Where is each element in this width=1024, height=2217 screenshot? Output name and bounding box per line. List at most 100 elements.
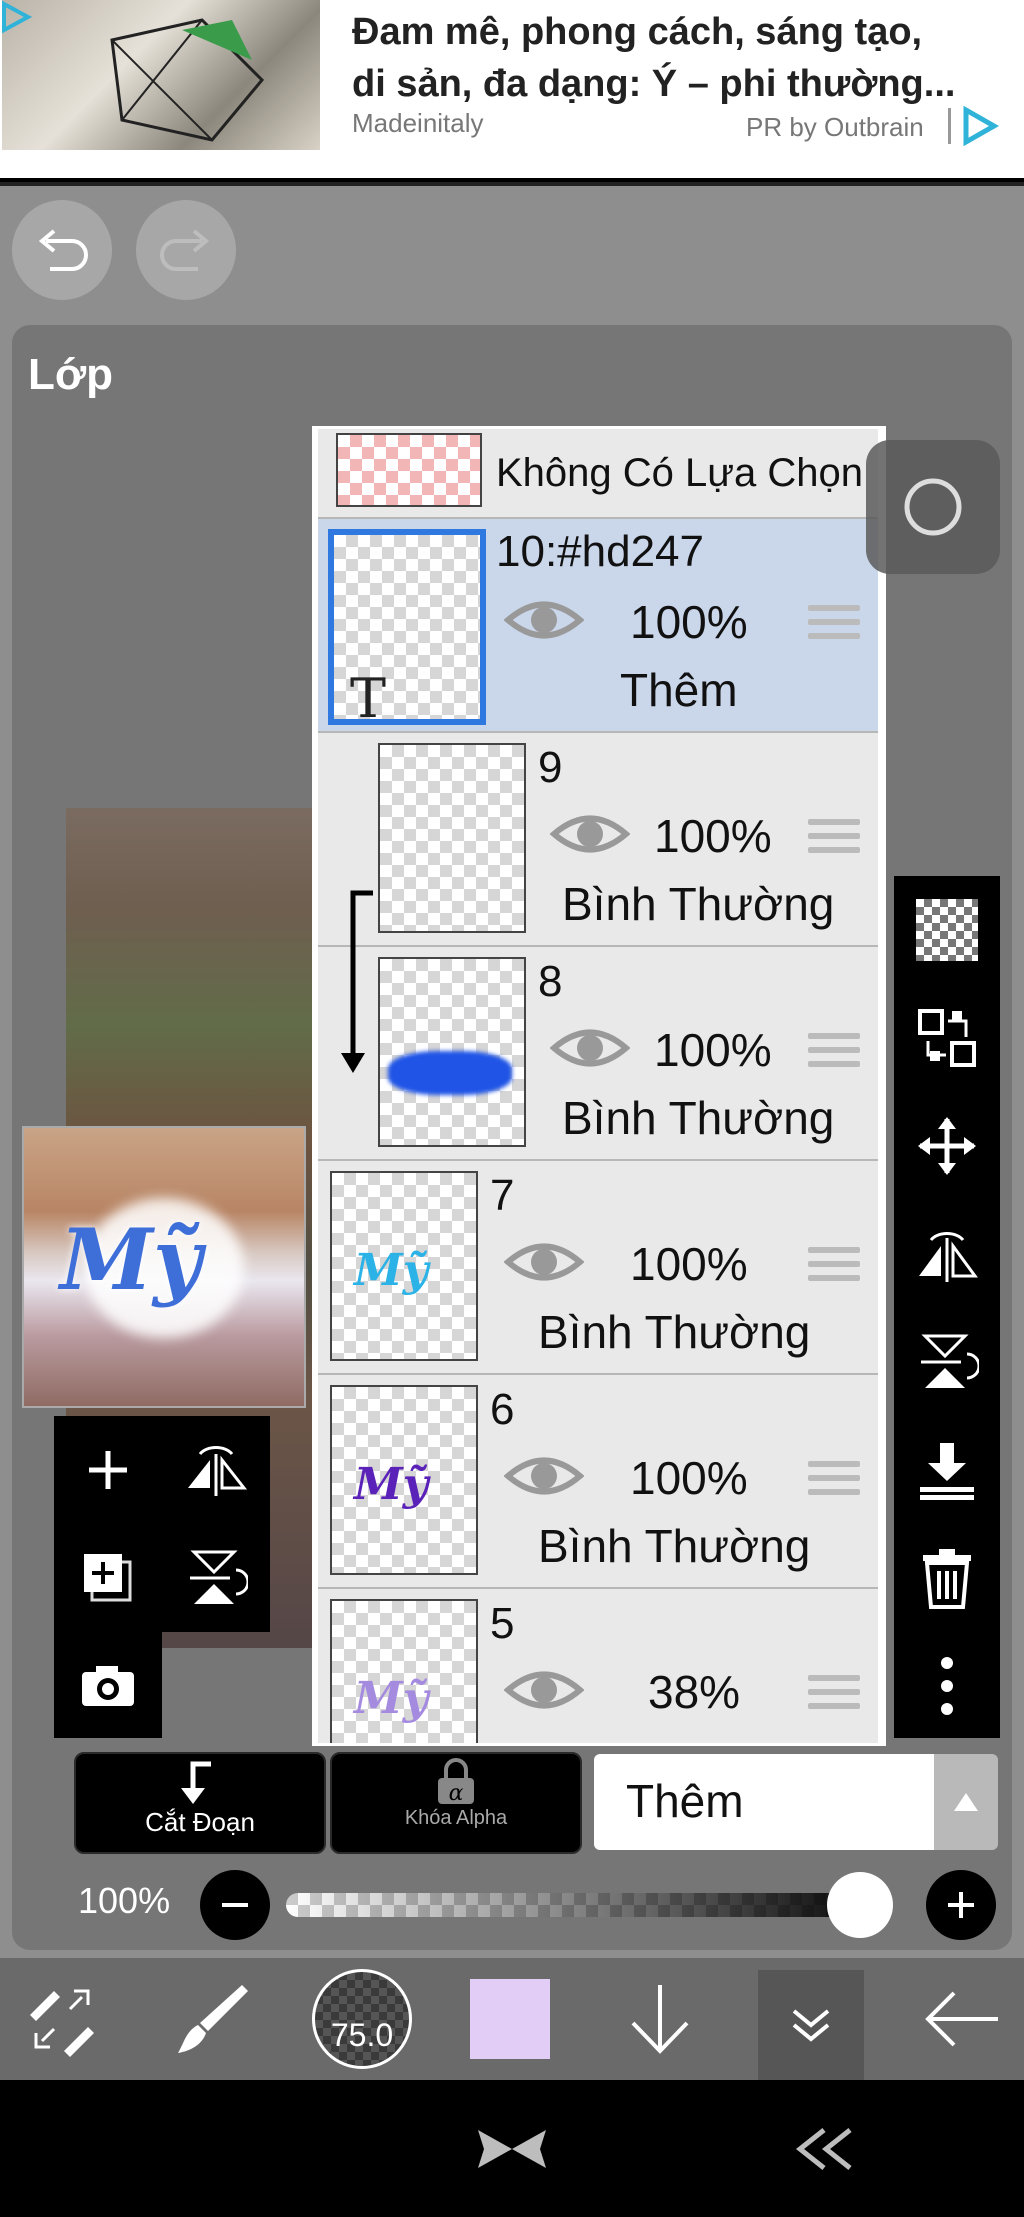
visibility-eye-icon[interactable] — [504, 595, 584, 645]
visibility-eye-icon[interactable] — [504, 1237, 584, 1287]
flip-horizontal-right-button[interactable] — [894, 1200, 1000, 1308]
layer-thumbnail — [378, 743, 526, 933]
blend-mode-dropdown-button[interactable] — [934, 1754, 998, 1850]
camera-button[interactable] — [54, 1632, 162, 1738]
layer-row-9[interactable]: 9 100% Bình Thường — [318, 733, 878, 947]
transform-tool-button[interactable] — [0, 1958, 124, 2080]
transform-icon — [30, 1989, 94, 2057]
layer-opacity: 100% — [630, 1238, 748, 1290]
transparency-button[interactable] — [894, 876, 1000, 984]
opacity-slider-thumb[interactable] — [826, 1872, 893, 1938]
flip-vertical-icon — [190, 1550, 248, 1604]
canvas-thumbnail-text: Mỹ — [60, 1210, 202, 1309]
more-vertical-icon — [941, 1657, 953, 1715]
drag-handle-icon[interactable] — [808, 1675, 860, 1717]
layer-row-10[interactable]: T 10:#hd247 100% Thêm — [318, 519, 878, 733]
arrow-left-icon — [925, 1991, 998, 2047]
layer-blend-mode: Bình Thường — [538, 1306, 811, 1358]
chevron-double-left-icon[interactable] — [790, 2124, 860, 2174]
move-button[interactable] — [894, 1092, 1000, 1200]
layer-thumbnail: Mỹ — [330, 1599, 478, 1743]
color-swatch-button[interactable] — [450, 1958, 570, 2080]
system-navigation-bar — [0, 2080, 1024, 2217]
delete-layer-button[interactable] — [894, 1524, 1000, 1632]
flip-horizontal-icon — [919, 1232, 978, 1282]
brush-tool-button[interactable] — [150, 1958, 274, 2080]
flip-vertical-right-button[interactable] — [894, 1308, 1000, 1416]
undo-button[interactable] — [12, 200, 112, 300]
plus-icon — [948, 1892, 974, 1918]
bow-icon[interactable] — [474, 2124, 550, 2174]
layer-thumbnail: Mỹ — [330, 1171, 478, 1361]
ad-image[interactable] — [2, 0, 320, 150]
visibility-eye-icon[interactable] — [504, 1665, 584, 1715]
opacity-decrease-button[interactable] — [200, 1870, 270, 1940]
layer-row-8[interactable]: 8 100% Bình Thường — [318, 947, 878, 1161]
add-copy-icon — [84, 1554, 132, 1602]
opacity-value: 100% — [78, 1880, 171, 1921]
ad-banner[interactable]: Đam mê, phong cách, sáng tạo, di sản, đa… — [0, 0, 1024, 178]
flip-horizontal-icon — [188, 1446, 248, 1496]
add-layer-button[interactable] — [54, 1416, 162, 1524]
triangle-up-icon — [954, 1793, 978, 1811]
layer-opacity: 100% — [630, 1452, 748, 1504]
layer-row-selection[interactable]: Không Có Lựa Chọn — [318, 429, 878, 519]
svg-text:α: α — [449, 1781, 464, 1806]
blend-mode-value: Thêm — [626, 1775, 744, 1827]
collapse-panel-button[interactable] — [758, 1970, 864, 2080]
layer-name: 10:#hd247 — [496, 527, 704, 576]
drag-handle-icon[interactable] — [808, 605, 860, 647]
more-options-button[interactable] — [894, 1632, 1000, 1740]
layer-name: 9 — [538, 743, 563, 792]
layer-row-7[interactable]: Mỹ 7 100% Bình Thường — [318, 1161, 878, 1375]
layer-thumb-text: Mỹ — [354, 1673, 429, 1724]
layer-blend-mode: Bình Thường — [562, 1092, 835, 1144]
drag-handle-icon[interactable] — [808, 1247, 860, 1289]
layer-blend-mode: Bình Thường — [562, 878, 835, 930]
back-button[interactable] — [900, 1958, 1024, 2080]
drag-handle-icon[interactable] — [808, 1033, 860, 1075]
brush-size-button[interactable]: 75.0 — [300, 1958, 424, 2080]
flip-vertical-button[interactable] — [162, 1524, 270, 1632]
swap-select-icon — [918, 1009, 976, 1067]
layer-name: 8 — [538, 957, 563, 1006]
opacity-slider[interactable] — [286, 1893, 886, 1917]
bottom-toolbar: 75.0 — [0, 1958, 1024, 2080]
ad-sponsor-label[interactable]: PR by Outbrain — [746, 112, 924, 143]
visibility-eye-icon[interactable] — [550, 1023, 630, 1073]
layer-name: 7 — [490, 1171, 515, 1220]
merge-down-icon — [920, 1443, 974, 1500]
ad-headline[interactable]: Đam mê, phong cách, sáng tạo, di sản, đa… — [352, 6, 992, 110]
floating-menu-button[interactable] — [866, 440, 1000, 574]
arrow-down-icon — [631, 1985, 689, 2054]
merge-down-button[interactable] — [894, 1416, 1000, 1524]
current-color-swatch — [470, 1979, 550, 2059]
layer-opacity: 100% — [654, 810, 772, 862]
blend-mode-select[interactable]: Thêm — [594, 1754, 934, 1850]
select-transform-button[interactable] — [894, 984, 1000, 1092]
brush-icon — [178, 1985, 248, 2053]
layer-thumbnail — [378, 957, 526, 1147]
lock-icon: α — [438, 1758, 474, 1806]
ad-choices-icon[interactable] — [0, 0, 34, 34]
add-copy-layer-button[interactable] — [54, 1524, 162, 1632]
redo-button[interactable] — [136, 200, 236, 300]
visibility-eye-icon[interactable] — [550, 809, 630, 859]
outbrain-icon[interactable] — [958, 104, 1002, 148]
layer-row-5[interactable]: Mỹ 5 38% — [318, 1589, 878, 1743]
camera-icon — [82, 1666, 134, 1706]
layer-list[interactable]: Không Có Lựa Chọn T 10:#hd247 100% Thêm … — [312, 426, 886, 1746]
opacity-increase-button[interactable] — [926, 1870, 996, 1940]
circle-icon — [904, 478, 962, 536]
layer-row-6[interactable]: Mỹ 6 100% Bình Thường — [318, 1375, 878, 1589]
flip-horizontal-button[interactable] — [162, 1416, 270, 1524]
layer-thumbnail: Mỹ — [330, 1385, 478, 1575]
drag-handle-icon[interactable] — [808, 1461, 860, 1503]
panel-title: Lớp — [28, 350, 114, 399]
layer-down-button[interactable] — [600, 1958, 720, 2080]
layer-name: 6 — [490, 1385, 515, 1434]
alpha-lock-button[interactable]: α Khóa Alpha — [330, 1752, 582, 1854]
visibility-eye-icon[interactable] — [504, 1451, 584, 1501]
clipping-button[interactable]: Cắt Đoạn — [74, 1752, 326, 1854]
drag-handle-icon[interactable] — [808, 819, 860, 861]
